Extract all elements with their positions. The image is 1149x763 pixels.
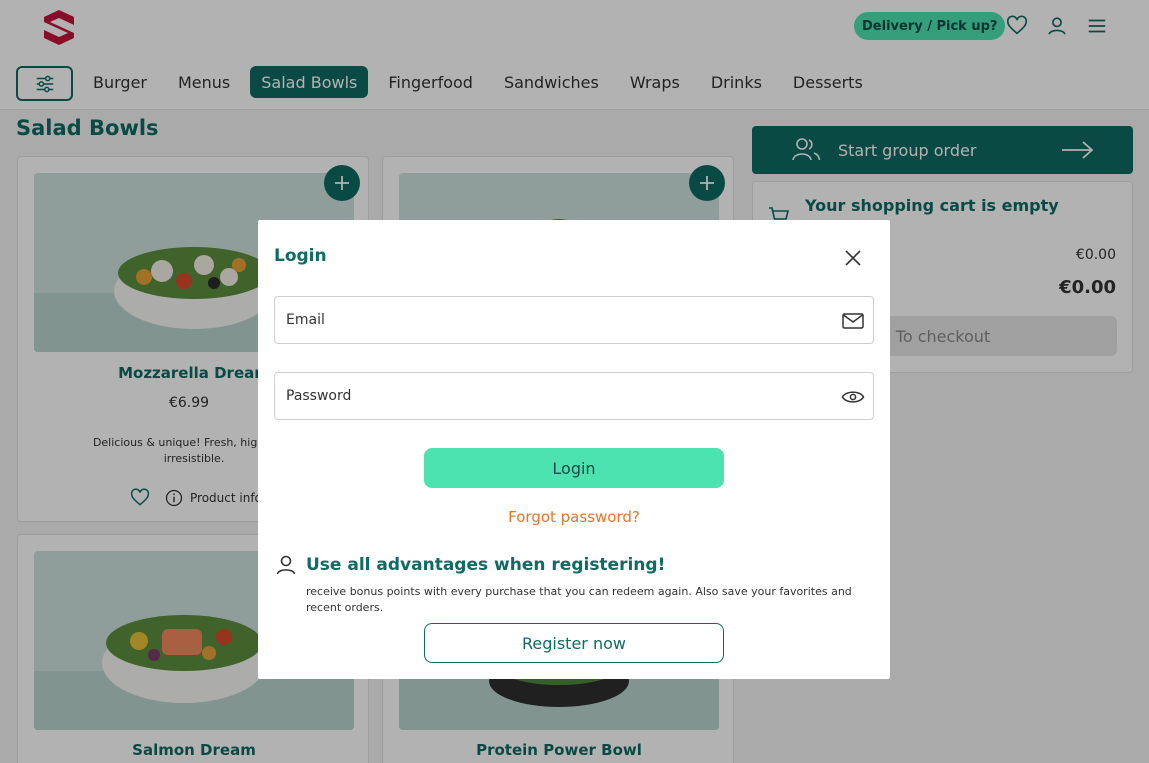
login-button-label: Login: [552, 458, 596, 478]
email-input[interactable]: [286, 297, 816, 343]
password-field: [274, 372, 874, 420]
email-field: [274, 296, 874, 344]
password-input[interactable]: [286, 373, 816, 419]
register-button-label: Register now: [522, 633, 626, 653]
login-button[interactable]: Login: [424, 448, 724, 488]
eye-icon[interactable]: [841, 385, 865, 409]
register-title: Use all advantages when registering!: [306, 555, 666, 575]
register-button[interactable]: Register now: [424, 623, 724, 663]
mail-icon: [841, 309, 865, 333]
user-icon: [274, 553, 298, 577]
register-description: receive bonus points with every purchase…: [306, 585, 852, 614]
close-icon[interactable]: [842, 247, 864, 269]
login-modal: Login Login Forgot password? Use all adv…: [258, 220, 890, 679]
forgot-password-label: Forgot password?: [508, 508, 640, 526]
forgot-password-link[interactable]: Forgot password?: [258, 508, 890, 526]
login-modal-title: Login: [274, 246, 327, 266]
